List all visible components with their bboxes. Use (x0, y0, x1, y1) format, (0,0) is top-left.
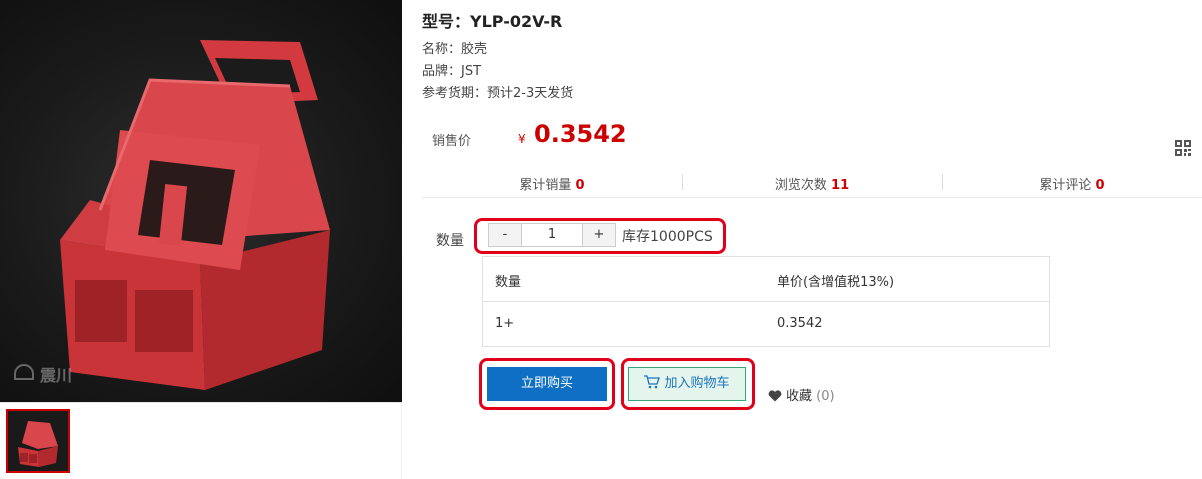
table-cell-price: 0.3542 (777, 316, 823, 331)
thumbnail-image (18, 421, 58, 467)
stock-text: 库存1000PCS (622, 229, 713, 245)
thumbnail-strip (0, 402, 402, 479)
table-header-row: 数量 单价(含增值税13%) (483, 257, 1049, 302)
stat-reviews: 累计评论 0 (1039, 178, 1105, 193)
product-main-image[interactable]: 震川 (0, 0, 402, 402)
cart-icon (644, 375, 661, 389)
product-info-panel: 型号：YLP-02V-R 名称：胶壳 品牌：JST 参考货期：预计2-3天发货 … (402, 0, 1202, 479)
product-brand: 品牌：JST (422, 64, 482, 79)
product-title: 型号：YLP-02V-R (422, 12, 563, 31)
currency-symbol: ¥ (518, 132, 526, 146)
table-header-unit-price: 单价(含增值税13%) (777, 275, 895, 290)
price-box: 销售价 ¥ 0.3542 (422, 112, 1202, 162)
product-delivery: 参考货期：预计2-3天发货 (422, 86, 574, 101)
quantity-increment-button[interactable]: + (582, 223, 616, 247)
qr-code-icon[interactable] (1175, 140, 1191, 156)
price-label: 销售价 (432, 134, 472, 149)
quantity-input[interactable]: 1 (522, 223, 582, 247)
stat-views: 浏览次数 11 (774, 178, 850, 193)
table-cell-qty: 1+ (495, 316, 515, 331)
red-connector-housing-image (60, 40, 330, 390)
table-row: 1+ 0.3542 (483, 302, 1049, 347)
watermark-logo-icon (14, 364, 34, 380)
price-value: 0.3542 (534, 120, 627, 148)
product-name: 名称：胶壳 (422, 42, 488, 57)
buy-now-button[interactable]: 立即购买 (487, 367, 607, 401)
favorite-button[interactable]: 收藏 (0) (768, 385, 835, 404)
quantity-decrement-button[interactable]: - (488, 223, 522, 247)
favorite-count: (0) (816, 389, 835, 404)
watermark-text: 震川 (40, 366, 73, 385)
add-to-cart-button[interactable]: 加入购物车 (628, 367, 746, 401)
favorite-label: 收藏 (786, 389, 813, 404)
product-thumbnail[interactable] (6, 409, 70, 473)
price-tier-table: 数量 单价(含增值税13%) 1+ 0.3542 (482, 256, 1050, 347)
add-to-cart-label: 加入购物车 (664, 376, 730, 391)
stat-sales: 累计销量 0 (519, 178, 585, 193)
product-gallery: 震川 (0, 0, 402, 479)
table-header-qty: 数量 (495, 275, 522, 290)
heart-icon (768, 390, 782, 402)
quantity-label: 数量 (436, 233, 464, 249)
stats-bar: 累计销量 0 浏览次数 11 累计评论 0 (422, 168, 1202, 198)
